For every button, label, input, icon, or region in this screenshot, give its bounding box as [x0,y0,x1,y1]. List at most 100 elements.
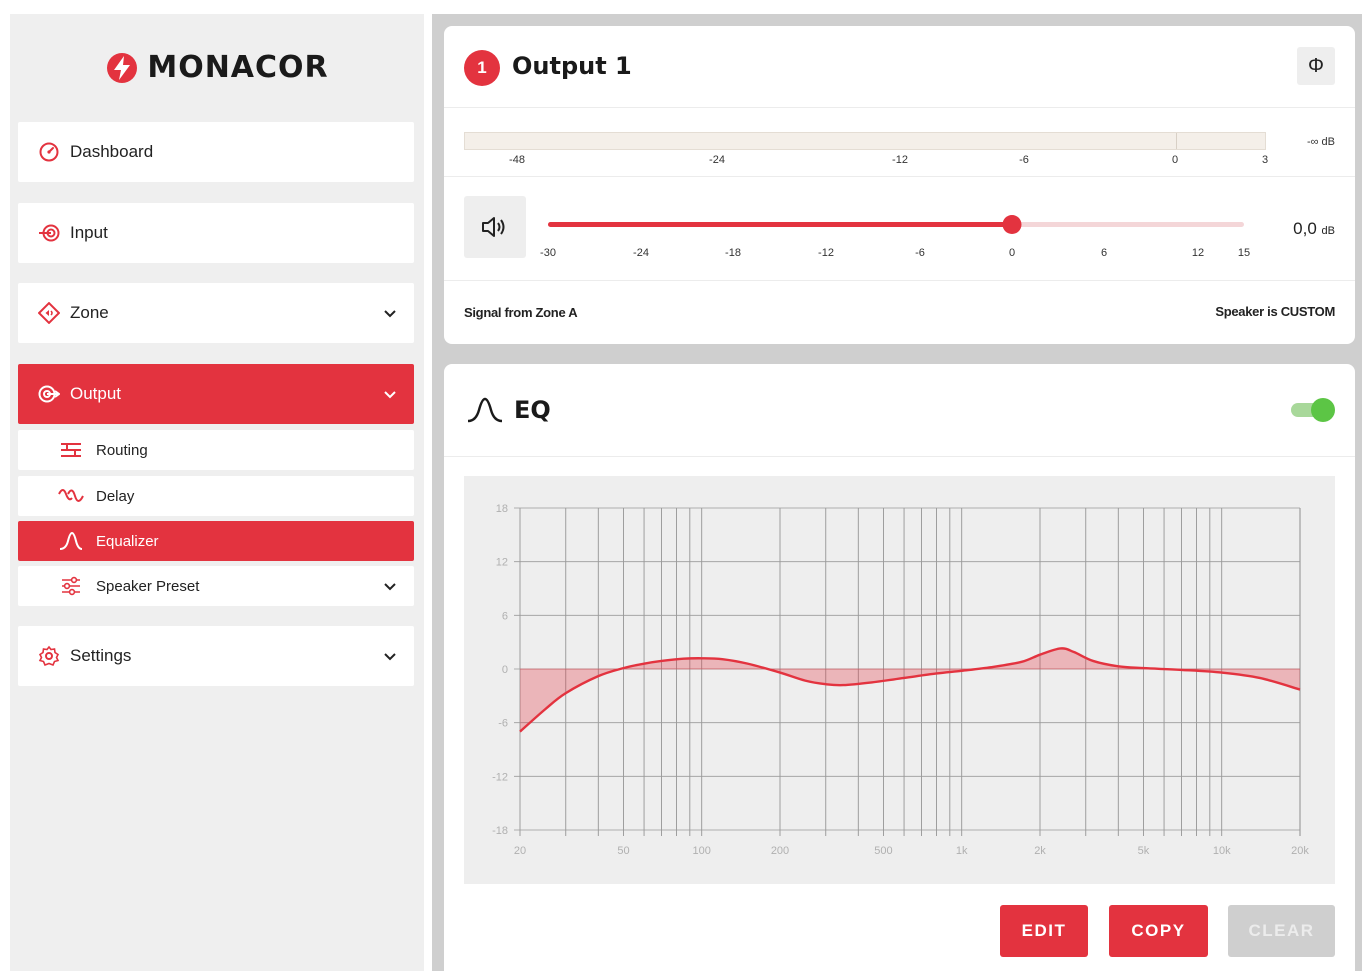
speaker-status-text: Speaker is CUSTOM [1215,304,1335,319]
sidebar-item-settings[interactable]: Settings [18,626,414,686]
speaker-volume-icon [482,217,505,237]
mute-button[interactable] [464,196,526,258]
y-tick-label: 0 [502,664,508,676]
gain-value-number: 0,0 [1293,219,1317,238]
sidebar-item-input[interactable]: Input [18,203,414,263]
chevron-down-icon[interactable] [382,386,398,402]
x-tick-label: 10k [1213,845,1231,857]
routing-icon [58,439,84,461]
meter-tick: -24 [709,154,725,166]
divider [444,280,1355,281]
input-icon [38,222,60,244]
meter-tick: -12 [892,154,908,166]
y-tick-label: 18 [496,503,508,515]
sidebar-item-label: Zone [70,303,109,322]
gain-tick: -24 [633,247,649,259]
gain-value: 0,0 dB [1293,219,1335,239]
output-header: 1 Output 1 Φ [444,26,1355,108]
x-tick-label: 2k [1034,845,1046,857]
divider [444,176,1355,177]
meter-readout-unit: dB [1321,136,1335,148]
gain-slider-fill [548,222,1012,227]
sidebar-subitem-label: Equalizer [96,532,159,550]
level-meter [464,132,1266,150]
sidebar-subitem-routing[interactable]: Routing [18,430,414,470]
meter-readout: -∞ dB [1307,136,1335,148]
monacor-logo-icon [107,52,138,83]
output-icon [38,383,60,405]
gear-icon [38,645,60,667]
output-number-badge: 1 [464,50,500,86]
x-tick-label: 100 [693,845,711,857]
x-tick-label: 20 [514,845,526,857]
edit-button[interactable]: EDIT [1000,905,1088,957]
y-tick-label: -18 [492,825,508,837]
eq-enable-toggle[interactable] [1291,397,1335,422]
gain-slider[interactable] [548,215,1244,234]
phase-icon: Φ [1308,54,1324,77]
gain-tick: -30 [540,247,556,259]
delay-icon [58,485,84,507]
meter-tick: -6 [1019,154,1029,166]
copy-button[interactable]: COPY [1109,905,1208,957]
chevron-down-icon[interactable] [382,305,398,321]
equalizer-curve-icon [467,397,503,423]
clear-button[interactable]: CLEAR [1228,905,1335,957]
x-tick-label: 1k [956,845,968,857]
gain-tick: -12 [818,247,834,259]
sidebar-subitem-label: Delay [96,487,135,505]
sidebar-subitem-equalizer[interactable]: Equalizer [18,521,414,561]
meter-tick: 3 [1261,154,1269,166]
gain-tick: 6 [1100,247,1108,259]
output-title: Output 1 [512,52,632,80]
gain-slider-handle[interactable] [1002,215,1022,234]
sidebar-item-label: Settings [70,646,132,665]
meter-tick: -48 [509,154,525,166]
gain-value-unit: dB [1321,225,1335,237]
gain-tick: 12 [1191,247,1205,259]
sidebar-item-dashboard[interactable]: Dashboard [18,122,414,182]
sidebar-subitem-label: Routing [96,441,148,459]
meter-zero-marker [1176,133,1177,149]
zone-icon [38,302,60,324]
sidebar: MONACOR Dashboard Input Zone Output Rout… [10,14,424,971]
gain-tick: -6 [915,247,925,259]
brand-logo: MONACOR [10,50,424,85]
chevron-down-icon[interactable] [382,648,398,664]
x-tick-label: 20k [1291,845,1309,857]
chevron-down-icon[interactable] [382,578,398,594]
x-tick-label: 500 [874,845,892,857]
sidebar-item-label: Dashboard [70,142,154,161]
eq-card: EQ 18 12 6 0 -6 -12 -18 20 50 100 200 500 1k 2k 5k 10k 2… [444,364,1355,971]
sidebar-subitem-delay[interactable]: Delay [18,476,414,516]
x-tick-label: 50 [617,845,629,857]
equalizer-icon [58,530,84,552]
eq-chart-svg: 18 12 6 0 -6 -12 -18 20 50 100 200 500 1k 2k 5k 10k 20k [492,503,1309,857]
y-tick-label: 12 [496,557,508,569]
sidebar-subitem-label: Speaker Preset [96,577,200,595]
phase-invert-button[interactable]: Φ [1297,47,1335,85]
gauge-icon [38,141,60,163]
eq-frequency-response-chart[interactable]: 18 12 6 0 -6 -12 -18 20 50 100 200 500 1k 2k 5k 10k 20k [464,476,1335,884]
y-tick-label: 6 [502,610,508,622]
y-tick-label: -12 [492,771,508,783]
sidebar-item-output[interactable]: Output [18,364,414,424]
toggle-thumb [1311,398,1335,422]
sliders-icon [58,575,84,597]
y-tick-label: -6 [498,718,508,730]
gain-tick: 15 [1237,247,1251,259]
x-tick-label: 5k [1138,845,1150,857]
sidebar-item-label: Input [70,223,108,242]
divider [444,456,1355,457]
x-tick-label: 200 [771,845,789,857]
signal-source-text: Signal from Zone A [464,305,578,320]
sidebar-subitem-speaker-preset[interactable]: Speaker Preset [18,566,414,606]
meter-tick: 0 [1171,154,1179,166]
sidebar-item-zone[interactable]: Zone [18,283,414,343]
gain-tick: 0 [1008,247,1016,259]
brand-name: MONACOR [147,50,329,85]
gain-tick: -18 [725,247,741,259]
eq-title: EQ [514,396,551,424]
sidebar-item-label: Output [70,384,122,403]
meter-readout-value: -∞ [1306,136,1319,148]
